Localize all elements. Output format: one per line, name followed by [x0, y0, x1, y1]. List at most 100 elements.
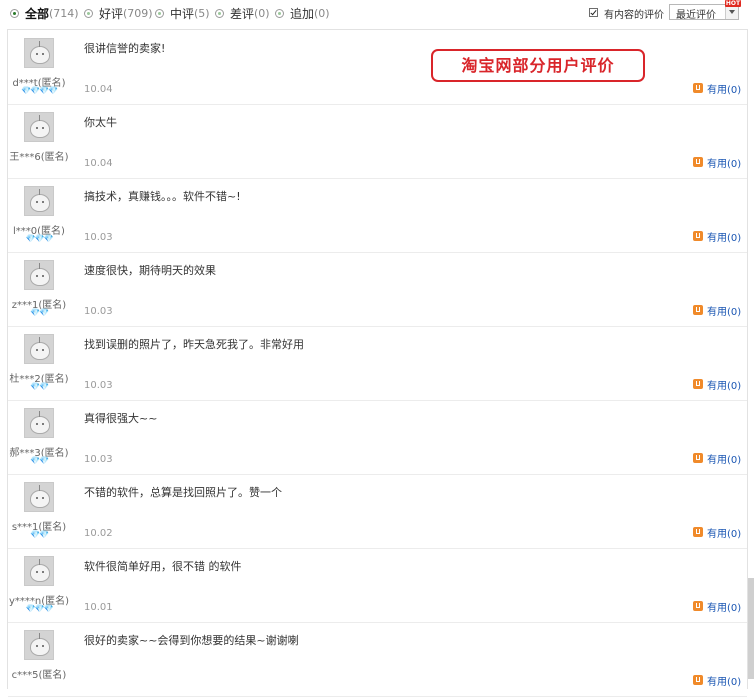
credit-gem-icon: 💎💎💎: [25, 604, 54, 613]
useful-label[interactable]: 有用(0): [707, 451, 741, 466]
chevron-down-icon[interactable]: [725, 5, 738, 19]
filter-negative-label: 差评: [230, 6, 255, 21]
avatar: [24, 38, 54, 68]
filter-all[interactable]: 全部 (714): [10, 5, 79, 21]
useful-label[interactable]: 有用(0): [707, 377, 741, 392]
review-text: 不错的软件，总算是找回照片了。赞一个: [84, 486, 282, 499]
thumb-up-icon: [693, 527, 703, 537]
watermark-stamp: 淘宝网部分用户评价: [431, 49, 645, 82]
scrollbar[interactable]: [748, 578, 754, 679]
review-filter-bar: 全部 (714) 好评 (709) 中评 (5) 差评 (0) 追加 (0) 有…: [0, 0, 754, 26]
hot-badge: HOT: [725, 0, 741, 7]
avatar: [24, 630, 54, 660]
avatar-face-icon: [30, 41, 50, 64]
avatar: [24, 334, 54, 364]
filter-positive-label: 好评: [99, 6, 124, 21]
filter-append-label: 追加: [290, 6, 315, 21]
thumb-up-icon: [693, 305, 703, 315]
useful-label[interactable]: 有用(0): [707, 155, 741, 170]
avatar: [24, 112, 54, 142]
avatar: [24, 556, 54, 586]
review-text: 软件很简单好用，很不错 的软件: [84, 560, 242, 573]
credit-gem-icon: 💎💎: [30, 382, 49, 391]
thumb-up-icon: [693, 231, 703, 241]
useful-label[interactable]: 有用(0): [707, 525, 741, 540]
review-text: 找到误删的照片了，昨天急死我了。非常好用: [84, 338, 304, 351]
review-date: 10.04: [84, 158, 113, 169]
useful-button[interactable]: 有用(0): [693, 155, 741, 170]
sort-value: 最近评价: [676, 10, 716, 21]
filter-neutral-label: 中评: [170, 6, 195, 21]
review-date: 10.03: [84, 380, 113, 391]
avatar-face-icon: [30, 115, 50, 138]
avatar: [24, 408, 54, 438]
useful-button[interactable]: 有用(0): [693, 599, 741, 614]
review-row: s***1(匿名) 💎💎 不错的软件，总算是找回照片了。赞一个 10.02 有用…: [8, 474, 747, 549]
useful-label[interactable]: 有用(0): [707, 673, 741, 688]
credit-gem-icon: 💎💎💎: [25, 234, 54, 243]
review-list: d***t(匿名) 💎💎💎💎 很讲信誉的卖家! 10.04 有用(0) 王***…: [7, 29, 748, 697]
avatar-face-icon: [30, 633, 50, 656]
review-row: c***5(匿名) 很好的卖家~~会得到你想要的结果~谢谢喇 有用(0): [8, 622, 747, 697]
review-date: 10.04: [84, 84, 113, 95]
filter-all-label: 全部: [25, 6, 50, 21]
filter-append-count: (0): [314, 6, 330, 20]
credit-gem-icon: 💎💎: [30, 456, 49, 465]
avatar-face-icon: [30, 559, 50, 582]
filter-neutral-count: (5): [194, 6, 210, 20]
review-date: 10.03: [84, 454, 113, 465]
useful-button[interactable]: 有用(0): [693, 229, 741, 244]
review-text: 很讲信誉的卖家!: [84, 42, 166, 55]
review-text: 你太牛: [84, 116, 117, 129]
avatar: [24, 260, 54, 290]
filter-neutral[interactable]: 中评 (5): [155, 5, 210, 21]
avatar: [24, 186, 54, 216]
filter-positive-count: (709): [123, 6, 153, 20]
avatar-face-icon: [30, 337, 50, 360]
radio-icon[interactable]: [215, 8, 224, 18]
content-only-label: 有内容的评价: [604, 10, 664, 21]
radio-icon[interactable]: [84, 8, 93, 18]
review-text: 速度很快，期待明天的效果: [84, 264, 216, 277]
filter-positive[interactable]: 好评 (709): [84, 5, 153, 21]
useful-button[interactable]: 有用(0): [693, 377, 741, 392]
avatar-face-icon: [30, 263, 50, 286]
review-text: 真得很强大~~: [84, 412, 158, 425]
review-row: z***1(匿名) 💎💎 速度很快，期待明天的效果 10.03 有用(0): [8, 252, 747, 327]
filter-negative-count: (0): [254, 6, 270, 20]
thumb-up-icon: [693, 157, 703, 167]
radio-icon[interactable]: [10, 8, 19, 18]
useful-button[interactable]: 有用(0): [693, 303, 741, 318]
review-date: 10.03: [84, 306, 113, 317]
useful-button[interactable]: 有用(0): [693, 525, 741, 540]
thumb-up-icon: [693, 675, 703, 685]
review-date: 10.03: [84, 232, 113, 243]
review-row: l***0(匿名) 💎💎💎 搞技术，真赚钱。。。软件不错~! 10.03 有用(…: [8, 178, 747, 253]
credit-gem-icon: 💎💎: [30, 308, 49, 317]
useful-label[interactable]: 有用(0): [707, 599, 741, 614]
avatar-face-icon: [30, 411, 50, 434]
review-text: 很好的卖家~~会得到你想要的结果~谢谢喇: [84, 634, 299, 647]
credit-gem-icon: 💎💎💎💎: [21, 86, 58, 95]
filter-append[interactable]: 追加 (0): [275, 5, 330, 21]
review-row: 王***6(匿名) 你太牛 10.04 有用(0): [8, 104, 747, 179]
radio-icon[interactable]: [275, 8, 284, 18]
reviewer-name: 王***6(匿名): [9, 152, 69, 163]
useful-label[interactable]: 有用(0): [707, 303, 741, 318]
useful-button[interactable]: 有用(0): [693, 81, 741, 96]
review-text: 搞技术，真赚钱。。。软件不错~!: [84, 190, 241, 203]
useful-label[interactable]: 有用(0): [707, 229, 741, 244]
useful-label[interactable]: 有用(0): [707, 81, 741, 96]
filter-negative[interactable]: 差评 (0): [215, 5, 270, 21]
content-only-checkbox[interactable]: [589, 8, 598, 17]
thumb-up-icon: [693, 601, 703, 611]
review-row: 郝***3(匿名) 💎💎 真得很强大~~ 10.03 有用(0): [8, 400, 747, 475]
useful-button[interactable]: 有用(0): [693, 673, 741, 688]
thumb-up-icon: [693, 453, 703, 463]
avatar: [24, 482, 54, 512]
useful-button[interactable]: 有用(0): [693, 451, 741, 466]
thumb-up-icon: [693, 379, 703, 389]
radio-icon[interactable]: [155, 8, 164, 18]
avatar-face-icon: [30, 485, 50, 508]
review-row: 杜***2(匿名) 💎💎 找到误删的照片了，昨天急死我了。非常好用 10.03 …: [8, 326, 747, 401]
